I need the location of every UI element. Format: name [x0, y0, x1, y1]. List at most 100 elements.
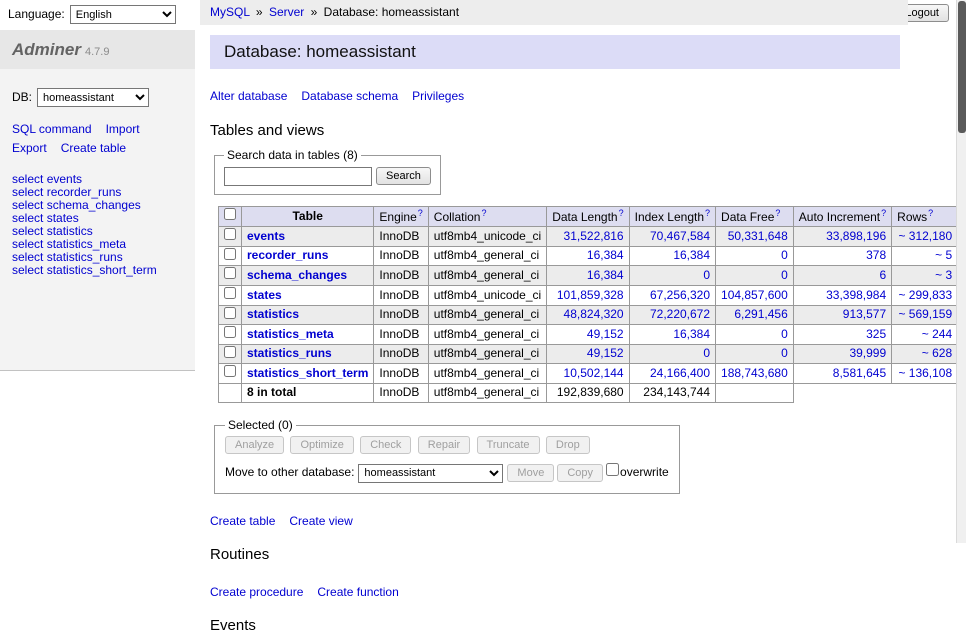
repair-button[interactable]: Repair: [418, 436, 470, 454]
sidebar-table-name-link[interactable]: events: [47, 172, 82, 186]
rows-link[interactable]: ~ 569,159: [898, 307, 952, 321]
move-db-select[interactable]: homeassistant: [358, 464, 503, 483]
row-checkbox[interactable]: [224, 248, 236, 260]
data-length-link[interactable]: 49,152: [587, 346, 624, 360]
auto-increment-link[interactable]: 378: [866, 248, 886, 262]
rows-link[interactable]: ~ 3: [935, 268, 952, 282]
database-schema-link[interactable]: Database schema: [301, 89, 398, 103]
sidebar-table-name-link[interactable]: statistics: [47, 224, 93, 238]
row-checkbox[interactable]: [224, 307, 236, 319]
select-table-link[interactable]: select: [12, 185, 43, 199]
db-select[interactable]: homeassistant: [37, 88, 149, 107]
data-free-link[interactable]: 6,291,456: [734, 307, 787, 321]
breadcrumb-link-mysql[interactable]: MySQL: [210, 5, 250, 19]
create-table-link[interactable]: Create table: [210, 514, 275, 528]
create-view-link[interactable]: Create view: [289, 514, 352, 528]
rows-link[interactable]: ~ 136,108: [898, 366, 952, 380]
index-length-link[interactable]: 16,384: [673, 327, 710, 341]
sidebar-table-name-link[interactable]: statistics_runs: [47, 250, 123, 264]
row-checkbox[interactable]: [224, 267, 236, 279]
import-link[interactable]: Import: [106, 122, 140, 136]
drop-button[interactable]: Drop: [546, 436, 590, 454]
select-table-link[interactable]: select: [12, 172, 43, 186]
check-button[interactable]: Check: [360, 436, 411, 454]
export-link[interactable]: Export: [12, 141, 47, 155]
select-table-link[interactable]: select: [12, 211, 43, 225]
data-free-link[interactable]: 0: [781, 327, 788, 341]
select-table-link[interactable]: select: [12, 237, 43, 251]
select-table-link[interactable]: select: [12, 250, 43, 264]
rows-link[interactable]: ~ 5: [935, 248, 952, 262]
overwrite-checkbox[interactable]: [606, 463, 619, 476]
create-table-sidebar-link[interactable]: Create table: [61, 141, 126, 155]
sidebar-table-name-link[interactable]: statistics_short_term: [47, 263, 157, 277]
row-checkbox[interactable]: [224, 228, 236, 240]
search-input[interactable]: [224, 167, 372, 186]
rows-link[interactable]: ~ 244: [922, 327, 952, 341]
sidebar-table-name-link[interactable]: statistics_meta: [47, 237, 126, 251]
sidebar-table-name-link[interactable]: states: [47, 211, 79, 225]
table-name-link[interactable]: recorder_runs: [247, 248, 328, 262]
move-button[interactable]: Move: [507, 464, 554, 482]
row-checkbox[interactable]: [224, 346, 236, 358]
copy-button[interactable]: Copy: [557, 464, 603, 482]
optimize-button[interactable]: Optimize: [290, 436, 353, 454]
table-name-link[interactable]: statistics_meta: [247, 327, 334, 341]
data-length-link[interactable]: 16,384: [587, 268, 624, 282]
auto-increment-link[interactable]: 33,398,984: [826, 288, 886, 302]
auto-increment-link[interactable]: 6: [879, 268, 886, 282]
create-procedure-link[interactable]: Create procedure: [210, 585, 303, 599]
index-length-link[interactable]: 70,467,584: [650, 229, 710, 243]
scrollbar-thumb[interactable]: [958, 1, 966, 133]
table-name-link[interactable]: events: [247, 229, 285, 243]
sql-command-link[interactable]: SQL command: [12, 122, 92, 136]
help-link[interactable]: ?: [705, 208, 710, 218]
help-link[interactable]: ?: [928, 208, 933, 218]
rows-link[interactable]: ~ 299,833: [898, 288, 952, 302]
data-length-link[interactable]: 49,152: [587, 327, 624, 341]
sidebar-table-name-link[interactable]: schema_changes: [47, 198, 141, 212]
row-checkbox[interactable]: [224, 365, 236, 377]
help-link[interactable]: ?: [481, 208, 486, 218]
table-name-link[interactable]: statistics: [247, 307, 299, 321]
table-name-link[interactable]: states: [247, 288, 282, 302]
index-length-link[interactable]: 0: [703, 346, 710, 360]
auto-increment-link[interactable]: 325: [866, 327, 886, 341]
help-link[interactable]: ?: [775, 208, 780, 218]
auto-increment-link[interactable]: 913,577: [843, 307, 886, 321]
data-length-link[interactable]: 31,522,816: [564, 229, 624, 243]
vertical-scrollbar[interactable]: [956, 0, 966, 543]
auto-increment-link[interactable]: 8,581,645: [833, 366, 886, 380]
data-free-link[interactable]: 0: [781, 268, 788, 282]
sidebar-table-name-link[interactable]: recorder_runs: [47, 185, 122, 199]
data-length-link[interactable]: 10,502,144: [564, 366, 624, 380]
data-free-link[interactable]: 104,857,600: [721, 288, 788, 302]
data-free-link[interactable]: 50,331,648: [728, 229, 788, 243]
select-table-link[interactable]: select: [12, 198, 43, 212]
help-link[interactable]: ?: [619, 208, 624, 218]
alter-database-link[interactable]: Alter database: [210, 89, 287, 103]
index-length-link[interactable]: 67,256,320: [650, 288, 710, 302]
create-function-link[interactable]: Create function: [317, 585, 398, 599]
table-name-link[interactable]: statistics_short_term: [247, 366, 368, 380]
table-name-link[interactable]: statistics_runs: [247, 346, 332, 360]
data-free-link[interactable]: 188,743,680: [721, 366, 788, 380]
row-checkbox[interactable]: [224, 287, 236, 299]
auto-increment-link[interactable]: 39,999: [849, 346, 886, 360]
data-free-link[interactable]: 0: [781, 248, 788, 262]
index-length-link[interactable]: 24,166,400: [650, 366, 710, 380]
rows-link[interactable]: ~ 312,180: [898, 229, 952, 243]
auto-increment-link[interactable]: 33,898,196: [826, 229, 886, 243]
index-length-link[interactable]: 72,220,672: [650, 307, 710, 321]
language-select[interactable]: English: [70, 5, 176, 24]
select-table-link[interactable]: select: [12, 263, 43, 277]
analyze-button[interactable]: Analyze: [225, 436, 284, 454]
help-link[interactable]: ?: [418, 208, 423, 218]
row-checkbox[interactable]: [224, 326, 236, 338]
index-length-link[interactable]: 16,384: [673, 248, 710, 262]
select-all-checkbox[interactable]: [224, 208, 236, 220]
data-length-link[interactable]: 16,384: [587, 248, 624, 262]
table-name-link[interactable]: schema_changes: [247, 268, 347, 282]
rows-link[interactable]: ~ 628: [922, 346, 952, 360]
data-length-link[interactable]: 101,859,328: [557, 288, 624, 302]
